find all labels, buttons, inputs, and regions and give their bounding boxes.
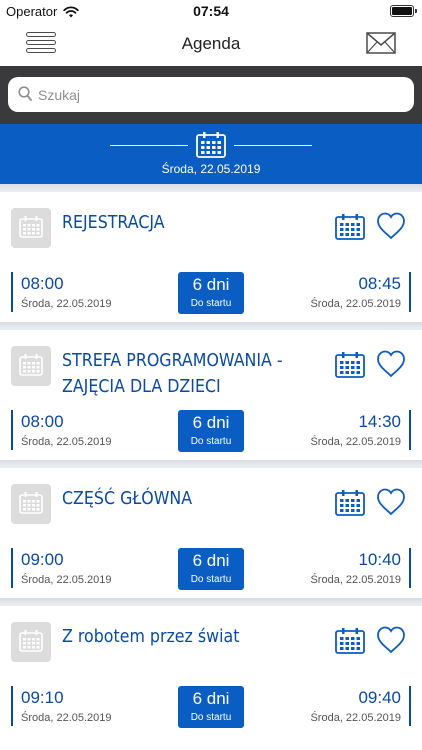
event-timebar: 08:00 Środa, 22.05.2019 6 dni Do startu … [11, 272, 411, 314]
add-to-calendar-icon[interactable] [335, 214, 365, 245]
event-timebar: 08:00 Środa, 22.05.2019 6 dni Do startu … [11, 410, 411, 452]
countdown-label: Do startu [190, 298, 232, 309]
favorite-heart-icon[interactable] [376, 212, 406, 245]
event-card[interactable]: Z robotem przez świat 09:10 Środa, 22.05… [0, 606, 422, 736]
event-thumbnail [11, 622, 51, 662]
start-date: Środa, 22.05.2019 [21, 574, 112, 586]
countdown-value: 6 dni [192, 551, 230, 570]
start-date: Środa, 22.05.2019 [21, 298, 112, 310]
battery-icon [390, 5, 417, 17]
end-date: Środa, 22.05.2019 [310, 712, 401, 724]
list-separator [0, 322, 422, 330]
clock: 07:54 [193, 3, 229, 19]
favorite-heart-icon[interactable] [376, 488, 406, 521]
start-date: Środa, 22.05.2019 [21, 436, 112, 448]
date-label: Środa, 22.05.2019 [161, 162, 261, 176]
add-to-calendar-icon[interactable] [335, 490, 365, 521]
start-time: 09:00 [21, 550, 64, 569]
add-to-calendar-icon[interactable] [335, 628, 365, 659]
countdown-label: Do startu [190, 574, 232, 585]
event-thumbnail [11, 346, 51, 386]
event-card[interactable]: REJESTRACJA 08:00 Środa, 22.05.2019 6 dn… [0, 192, 422, 322]
start-time: 08:00 [21, 274, 64, 293]
event-title: CZĘŚĆ GŁÓWNA [62, 488, 193, 509]
agenda-list: REJESTRACJA 08:00 Środa, 22.05.2019 6 dn… [0, 184, 422, 736]
end-time: 10:40 [358, 550, 401, 569]
event-thumbnail [11, 208, 51, 248]
favorite-heart-icon[interactable] [376, 626, 406, 659]
countdown-badge: 6 dni Do startu [178, 272, 244, 314]
envelope-icon[interactable] [366, 32, 396, 59]
start-date: Środa, 22.05.2019 [21, 712, 112, 724]
event-title: Z robotem przez świat [62, 626, 240, 647]
countdown-badge: 6 dni Do startu [178, 410, 244, 452]
list-separator [0, 184, 422, 192]
event-title: REJESTRACJA [62, 212, 165, 233]
list-separator [0, 460, 422, 468]
end-date: Środa, 22.05.2019 [310, 574, 401, 586]
start-time: 09:10 [21, 688, 64, 707]
event-thumbnail [11, 484, 51, 524]
date-header: Środa, 22.05.2019 [0, 124, 422, 184]
status-bar: Operator 07:54 [0, 0, 422, 22]
start-time: 08:00 [21, 412, 64, 431]
event-timebar: 09:00 Środa, 22.05.2019 6 dni Do startu … [11, 548, 411, 590]
countdown-value: 6 dni [192, 413, 230, 432]
search-field[interactable] [8, 77, 414, 112]
event-card[interactable]: CZĘŚĆ GŁÓWNA 09:00 Środa, 22.05.2019 6 d… [0, 468, 422, 598]
countdown-label: Do startu [190, 436, 232, 447]
search-bar [0, 66, 422, 124]
divider-line [110, 145, 188, 146]
countdown-value: 6 dni [192, 275, 230, 294]
event-title: STREFA PROGRAMOWANIA - ZAJĘCIA DLA DZIEC… [62, 350, 283, 397]
end-time: 14:30 [358, 412, 401, 431]
countdown-badge: 6 dni Do startu [178, 548, 244, 590]
divider-line [234, 145, 312, 146]
end-time: 09:40 [358, 688, 401, 707]
event-timebar: 09:10 Środa, 22.05.2019 6 dni Do startu … [11, 686, 411, 728]
search-icon [18, 86, 32, 107]
favorite-heart-icon[interactable] [376, 350, 406, 383]
countdown-label: Do startu [190, 712, 232, 723]
end-date: Środa, 22.05.2019 [310, 298, 401, 310]
page-title: Agenda [181, 34, 241, 53]
add-to-calendar-icon[interactable] [335, 352, 365, 383]
end-date: Środa, 22.05.2019 [310, 436, 401, 448]
countdown-value: 6 dni [192, 689, 230, 708]
list-separator [0, 598, 422, 606]
end-time: 08:45 [358, 274, 401, 293]
calendar-icon [196, 132, 226, 163]
nav-bar: Agenda [0, 22, 422, 66]
event-card[interactable]: STREFA PROGRAMOWANIA - ZAJĘCIA DLA DZIEC… [0, 330, 422, 460]
search-input[interactable] [38, 81, 398, 108]
countdown-badge: 6 dni Do startu [178, 686, 244, 728]
